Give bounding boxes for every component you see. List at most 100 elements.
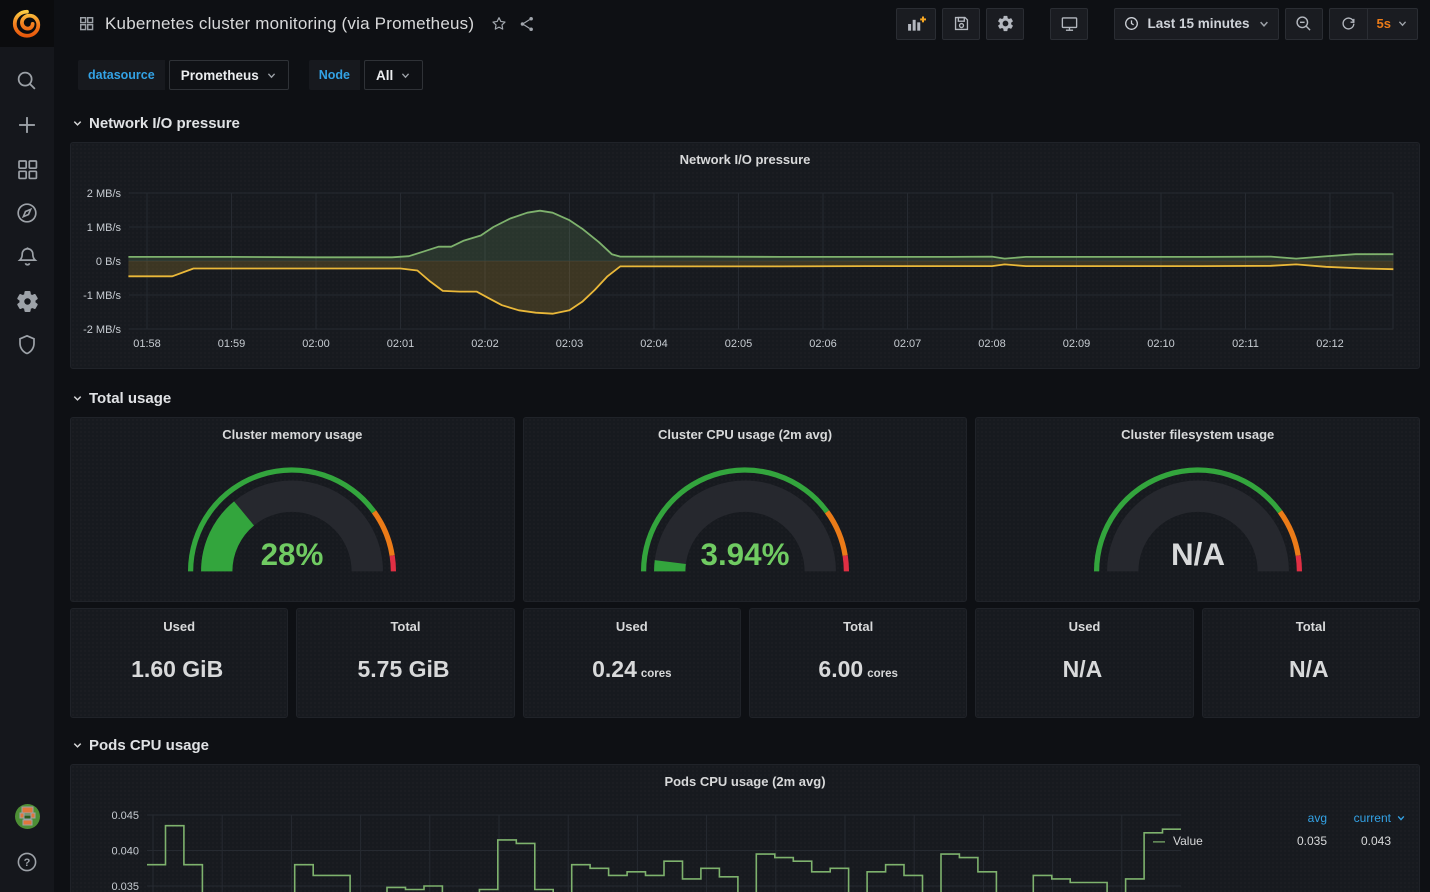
memory-gauge: 28% [177, 454, 407, 578]
save-dashboard-button[interactable] [942, 8, 980, 40]
plus-icon [14, 112, 40, 138]
stat-value: 0.24cores [592, 656, 671, 683]
panel-title[interactable]: Total [390, 619, 420, 634]
network-io-panel: Network I/O pressure 2 MB/s1 MB/s0 B/s-1… [70, 142, 1420, 369]
filesystem-gauge: N/A [1083, 454, 1313, 578]
panel-title[interactable]: Cluster filesystem usage [976, 427, 1419, 442]
svg-text:0.040: 0.040 [111, 846, 139, 858]
user-avatar[interactable] [7, 802, 47, 830]
save-icon [952, 14, 971, 33]
chart-legend: avg current — Value 0.035 0.043 [1153, 811, 1391, 848]
svg-text:01:58: 01:58 [133, 338, 161, 350]
panel-title[interactable]: Used [1069, 619, 1101, 634]
panel-title[interactable]: Used [163, 619, 195, 634]
svg-text:1 MB/s: 1 MB/s [87, 222, 122, 234]
sidebar-item-dashboards[interactable] [7, 155, 47, 183]
chevron-down-icon [72, 393, 83, 404]
datasource-variable-label: datasource [78, 60, 165, 90]
row-header-network[interactable]: Network I/O pressure [72, 112, 1420, 134]
svg-text:?: ? [24, 857, 31, 869]
compass-icon [14, 200, 40, 226]
legend-sort-avg[interactable]: avg [1263, 811, 1327, 825]
svg-text:02:01: 02:01 [387, 338, 415, 350]
cluster-filesystem-gauge-panel: Cluster filesystem usage N/A [975, 417, 1420, 602]
sidebar-item-alerting[interactable] [7, 243, 47, 271]
svg-text:02:04: 02:04 [640, 338, 668, 350]
section-title: Network I/O pressure [89, 115, 240, 132]
network-io-chart: 2 MB/s1 MB/s0 B/s-1 MB/s-2 MB/s01:5801:5… [71, 143, 1419, 368]
refresh-button[interactable] [1330, 9, 1368, 39]
help-button[interactable]: ? [7, 848, 47, 876]
search-icon [14, 68, 40, 94]
bell-icon [15, 245, 40, 270]
stat-value: N/A [1063, 656, 1107, 683]
cpu-used-stat-panel: Used 0.24cores [523, 608, 741, 718]
legend-series-toggle[interactable]: — Value [1153, 834, 1263, 848]
datasource-variable-dropdown[interactable]: Prometheus [169, 60, 289, 90]
svg-text:0.045: 0.045 [111, 810, 139, 822]
panel-title[interactable]: Pods CPU usage (2m avg) [71, 774, 1419, 789]
memory-used-stat-panel: Used 1.60 GiB [70, 608, 288, 718]
add-panel-icon [905, 14, 927, 34]
svg-text:2 MB/s: 2 MB/s [87, 188, 122, 200]
stat-value: 6.00cores [818, 656, 897, 683]
node-variable-label: Node [309, 60, 360, 90]
svg-text:3.94%: 3.94% [701, 537, 790, 572]
grafana-logo-icon [11, 8, 43, 40]
stat-value: N/A [1289, 656, 1333, 683]
dashboard-squares-icon[interactable] [78, 15, 95, 32]
node-variable-dropdown[interactable]: All [364, 60, 423, 90]
panel-title[interactable]: Cluster memory usage [71, 427, 514, 442]
chevron-down-icon [400, 70, 411, 81]
row-header-pods-cpu[interactable]: Pods CPU usage [72, 734, 1420, 756]
star-button[interactable] [490, 15, 508, 33]
add-panel-button[interactable] [896, 8, 936, 40]
panel-title[interactable]: Total [843, 619, 873, 634]
clock-icon [1123, 15, 1140, 32]
panel-title[interactable]: Cluster CPU usage (2m avg) [524, 427, 967, 442]
share-button[interactable] [518, 15, 536, 33]
grafana-logo[interactable] [0, 0, 54, 47]
refresh-interval-dropdown[interactable]: 5s [1368, 9, 1417, 39]
svg-text:02:08: 02:08 [978, 338, 1006, 350]
chevron-down-icon [266, 70, 277, 81]
sidebar-item-create[interactable] [7, 111, 47, 139]
svg-text:0 B/s: 0 B/s [96, 256, 122, 268]
svg-text:02:12: 02:12 [1316, 338, 1344, 350]
chevron-down-icon [72, 118, 83, 129]
datasource-variable-value: Prometheus [181, 68, 259, 83]
svg-text:02:00: 02:00 [302, 338, 330, 350]
sidebar-item-configuration[interactable] [7, 287, 47, 315]
panel-title[interactable]: Network I/O pressure [71, 152, 1419, 167]
navbar-right: Last 15 minutes [896, 8, 1418, 40]
time-range-label: Last 15 minutes [1147, 16, 1249, 31]
svg-text:02:11: 02:11 [1232, 338, 1259, 350]
sidebar-item-search[interactable] [7, 67, 47, 95]
sidebar-item-explore[interactable] [7, 199, 47, 227]
navbar: Kubernetes cluster monitoring (via Prome… [54, 0, 1430, 47]
svg-text:-2 MB/s: -2 MB/s [83, 324, 121, 336]
shield-icon [15, 333, 39, 357]
cycle-view-mode-button[interactable] [1050, 8, 1088, 40]
sidebar-item-server-admin[interactable] [7, 331, 47, 359]
dashboard-settings-button[interactable] [986, 8, 1024, 40]
chevron-down-icon [72, 740, 83, 751]
panel-title[interactable]: Used [616, 619, 648, 634]
grafana-app: ? Kubernetes cluster monitoring (via Pro… [0, 0, 1430, 892]
row-header-total-usage[interactable]: Total usage [72, 387, 1420, 409]
time-range-picker[interactable]: Last 15 minutes [1114, 8, 1278, 40]
chevron-down-icon [1258, 18, 1270, 30]
stat-row: Used 1.60 GiB Total 5.75 GiB Used 0.24co… [70, 608, 1420, 718]
dashboard-content: Network I/O pressure Network I/O pressur… [54, 103, 1430, 892]
cluster-memory-gauge-panel: Cluster memory usage 28% [70, 417, 515, 602]
gauge-row: Cluster memory usage 28% Cluster CPU usa… [70, 417, 1420, 602]
svg-text:02:09: 02:09 [1063, 338, 1091, 350]
dashboard-title[interactable]: Kubernetes cluster monitoring (via Prome… [105, 14, 474, 34]
zoom-out-button[interactable] [1285, 8, 1323, 40]
panel-title[interactable]: Total [1296, 619, 1326, 634]
legend-sort-current[interactable]: current [1327, 811, 1391, 825]
sidebar-nav [7, 67, 47, 359]
svg-text:02:06: 02:06 [809, 338, 837, 350]
gear-icon [15, 289, 40, 314]
navbar-left: Kubernetes cluster monitoring (via Prome… [78, 14, 536, 34]
